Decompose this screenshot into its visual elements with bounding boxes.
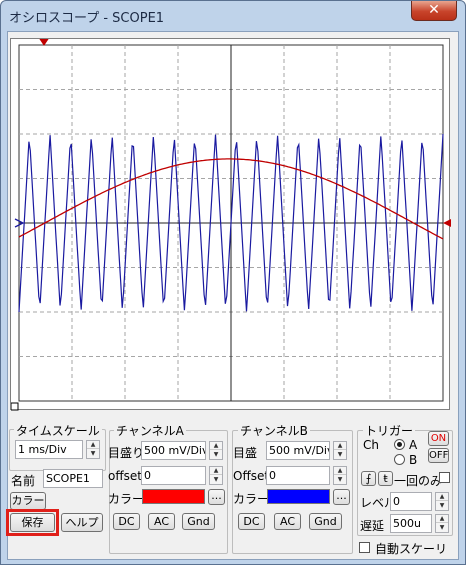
trigger-level-field[interactable]: 0 <box>390 492 432 511</box>
spin-down-icon[interactable]: ▼ <box>436 524 448 532</box>
trigger-on-button[interactable]: ON <box>428 431 449 446</box>
trigger-ch-b-radio[interactable] <box>394 454 405 465</box>
channel-a-color-swatch[interactable] <box>142 489 205 504</box>
trigger-group-label: トリガー <box>363 422 416 439</box>
resize-handle <box>11 402 19 411</box>
channel-a-ac-button[interactable]: AC <box>148 513 175 530</box>
timescale-group-label: タイムスケール <box>14 422 102 439</box>
trigger-delay-label: 遅延 <box>360 519 385 533</box>
name-field[interactable]: SCOPE1 <box>43 469 103 488</box>
channel-b-ac-button[interactable]: AC <box>274 513 301 530</box>
channel-a-scale-label: 目盛り <box>108 446 145 460</box>
channel-b-color-swatch[interactable] <box>267 489 330 504</box>
channel-b-dc-button[interactable]: DC <box>238 513 265 530</box>
title-bar[interactable]: オシロスコープ - SCOPE1 ✕ <box>1 1 465 29</box>
channel-b-offset-label: Offset <box>233 469 270 483</box>
close-icon: ✕ <box>428 2 440 18</box>
channel-b-offset-field[interactable]: 0 <box>266 466 330 485</box>
channel-a-offset-label: offset <box>108 469 142 483</box>
spin-up-icon[interactable]: ▲ <box>334 442 346 450</box>
spin-up-icon[interactable]: ▲ <box>436 493 448 501</box>
channel-b-scale-spinner[interactable]: ▲ ▼ <box>333 441 347 460</box>
trigger-rise-edge-button[interactable]: ⨍ <box>361 471 376 486</box>
channel-b-color-label: カラー <box>233 492 270 506</box>
trigger-off-button[interactable]: OFF <box>428 448 449 463</box>
channel-a-color-label: カラー <box>108 492 145 506</box>
channel-a-scale-select[interactable]: 500 mV/Div <box>141 441 206 460</box>
trigger-delay-field[interactable]: 500u <box>390 514 432 533</box>
channel-a-offset-field[interactable]: 0 <box>141 466 206 485</box>
channel-a-scale-spinner[interactable]: ▲ ▼ <box>209 441 223 460</box>
spin-up-icon[interactable]: ▲ <box>436 515 448 523</box>
channel-b-group-label: チャンネルB <box>238 422 310 439</box>
channel-a-offset-spinner[interactable]: ▲ ▼ <box>209 466 223 485</box>
spin-down-icon[interactable]: ▼ <box>87 450 99 458</box>
spin-up-icon[interactable]: ▲ <box>87 441 99 449</box>
channel-a-gnd-button[interactable]: Gnd <box>182 513 215 530</box>
spin-down-icon[interactable]: ▼ <box>210 476 222 484</box>
trigger-level-spinner[interactable]: ▲ ▼ <box>435 492 449 511</box>
trigger-ch-b-label: B <box>409 453 418 467</box>
scope-plot <box>11 39 451 411</box>
channel-b-gnd-button[interactable]: Gnd <box>309 513 342 530</box>
timescale-select[interactable]: 1 ms/Div <box>15 440 83 459</box>
spin-down-icon[interactable]: ▼ <box>436 502 448 510</box>
channel-b-scale-select[interactable]: 500 mV/Div <box>266 441 330 460</box>
channel-a-dc-button[interactable]: DC <box>113 513 140 530</box>
auto-scale-label: 自動スケーリ <box>375 542 448 556</box>
channel-b-scale-label: 目盛 <box>233 446 258 460</box>
auto-scale-checkbox[interactable] <box>359 542 370 553</box>
trigger-single-checkbox[interactable] <box>439 472 450 483</box>
close-button[interactable]: ✕ <box>411 1 457 21</box>
channel-b-color-more-button[interactable]: ... <box>333 489 350 505</box>
help-button[interactable]: ヘルプ <box>61 513 103 532</box>
trigger-fall-edge-button[interactable]: ŧ <box>378 471 393 486</box>
spin-down-icon[interactable]: ▼ <box>334 476 346 484</box>
trigger-single-label: 一回のみ <box>394 474 443 488</box>
scope-display <box>10 38 451 411</box>
trigger-ch-a-label: A <box>409 438 418 452</box>
spin-up-icon[interactable]: ▲ <box>210 442 222 450</box>
timescale-spinner[interactable]: ▲ ▼ <box>86 440 100 459</box>
spin-up-icon[interactable]: ▲ <box>210 467 222 475</box>
channel-b-offset-spinner[interactable]: ▲ ▼ <box>333 466 347 485</box>
color-button[interactable]: カラー <box>10 492 46 510</box>
trigger-position-marker <box>39 39 49 46</box>
channel-a-group-label: チャンネルA <box>114 422 186 439</box>
spin-down-icon[interactable]: ▼ <box>210 451 222 459</box>
trigger-ch-label: Ch <box>363 438 379 452</box>
radio-dot-icon <box>397 442 402 447</box>
spin-up-icon[interactable]: ▲ <box>334 467 346 475</box>
falling-edge-icon: ŧ <box>383 472 388 485</box>
save-button-highlight <box>6 509 59 536</box>
rising-edge-icon: ⨍ <box>365 472 372 485</box>
trigger-level-marker <box>443 219 451 227</box>
trigger-delay-spinner[interactable]: ▲ ▼ <box>435 514 449 533</box>
channel-a-color-more-button[interactable]: ... <box>208 489 225 505</box>
name-label: 名前 <box>11 474 36 488</box>
spin-down-icon[interactable]: ▼ <box>334 451 346 459</box>
trigger-ch-a-radio[interactable] <box>394 439 405 450</box>
window-title: オシロスコープ - SCOPE1 <box>9 11 165 26</box>
